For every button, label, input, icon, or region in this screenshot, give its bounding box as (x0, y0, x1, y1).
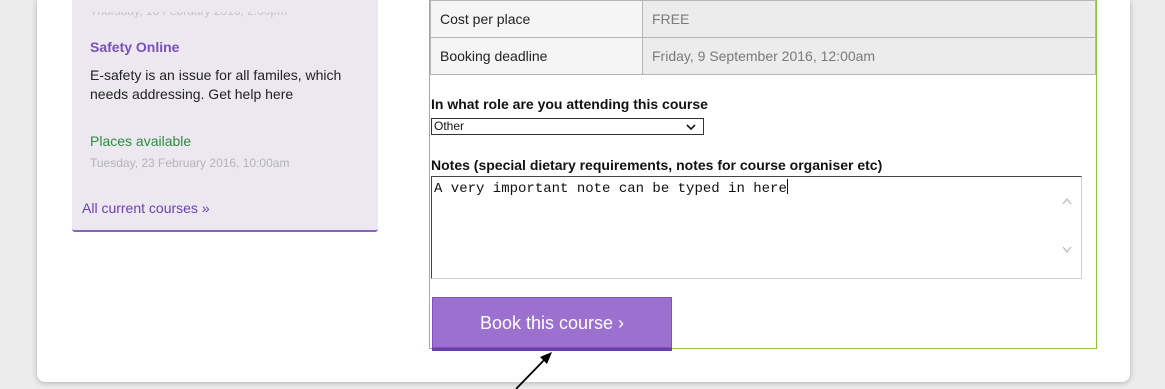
notes-textarea[interactable]: A very important note can be typed in he… (431, 176, 1082, 279)
notes-text: A very important note can be typed in he… (434, 181, 787, 197)
detail-label: Booking deadline (430, 37, 643, 75)
course-details-table: Cost per place FREE Booking deadline Fri… (430, 0, 1096, 75)
role-select[interactable]: Other (431, 118, 704, 135)
role-label: In what role are you attending this cour… (431, 96, 708, 112)
text-caret (786, 179, 788, 194)
notes-label: Notes (special dietary requirements, not… (431, 157, 883, 173)
detail-value: FREE (642, 0, 1096, 38)
table-row: Booking deadline Friday, 9 September 201… (430, 37, 1096, 75)
book-course-button[interactable]: Book this course › (432, 297, 672, 348)
previous-course-date: Thursday, 18 February 2016, 2:00pm (90, 4, 288, 18)
course-description: E-safety is an issue for all familes, wh… (90, 67, 342, 102)
scroll-up-arrow-icon[interactable] (1061, 196, 1073, 206)
course-title-link[interactable]: Safety Online (90, 39, 179, 55)
scroll-down-arrow-icon[interactable] (1061, 245, 1073, 255)
detail-label: Cost per place (430, 0, 643, 38)
table-row: Cost per place FREE (430, 0, 1096, 38)
all-courses-link[interactable]: All current courses » (82, 200, 210, 216)
course-date: Tuesday, 23 February 2016, 10:00am (90, 156, 290, 170)
detail-value: Friday, 9 September 2016, 12:00am (642, 37, 1096, 75)
courses-sidebar: Thursday, 18 February 2016, 2:00pm Safet… (72, 0, 378, 232)
role-select-value: Other (434, 119, 465, 133)
availability-status: Places available (90, 133, 192, 149)
chevron-down-icon (686, 124, 696, 131)
